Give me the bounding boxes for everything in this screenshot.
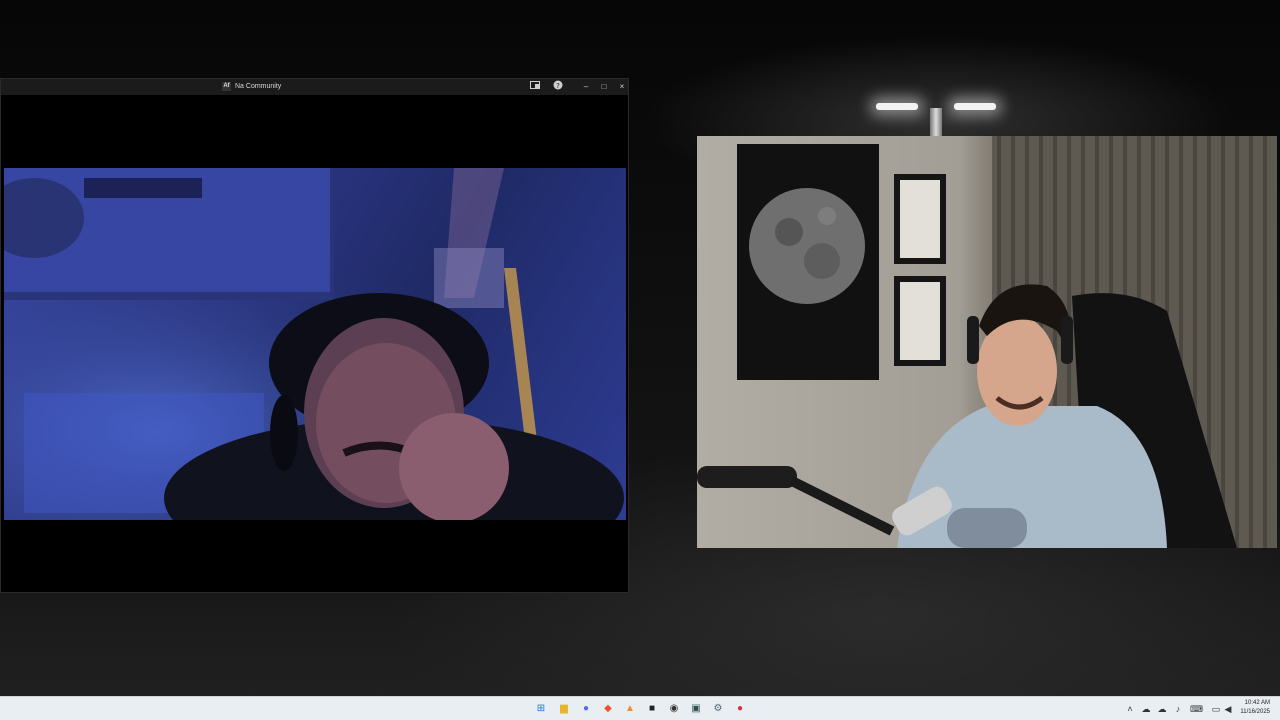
layout-icon[interactable]	[528, 80, 542, 94]
taskbar-clock[interactable]: 10:42 AM 11/16/2025	[1240, 699, 1270, 717]
cloud-icon[interactable]: ☁	[1140, 702, 1152, 716]
ceiling-light-right	[954, 103, 996, 110]
chevron-up-icon[interactable]: ˄	[1124, 702, 1136, 716]
ceiling-light-left	[876, 103, 918, 110]
recorder-icon[interactable]: ●	[732, 701, 748, 717]
participant-video[interactable]	[4, 168, 626, 520]
settings-icon[interactable]: ⚙	[710, 701, 726, 717]
taskbar: ⊞ ▆ ● ◆ ▲ ■ ◉ ▣ ⚙ ● ˄ ☁ ☁ ♪ ⌨ ▭ ◀ 10:42 AM 11/16/2025	[0, 696, 1280, 720]
clock-time: 10:42 AM	[1244, 700, 1270, 706]
window-titlebar[interactable]: Af Na Community ? – □ ×	[1, 79, 628, 95]
volume-icon[interactable]: ◀	[1222, 702, 1234, 716]
light-fixture	[930, 108, 942, 138]
file-explorer-icon[interactable]: ▆	[556, 701, 572, 717]
brave-icon[interactable]: ◆	[600, 701, 616, 717]
terminal-icon[interactable]: ▣	[688, 701, 704, 717]
obs-icon[interactable]: ◉	[666, 701, 682, 717]
close-button[interactable]: ×	[615, 80, 629, 94]
streamer-webcam	[697, 136, 1277, 548]
streamer-webcam-frame	[697, 136, 1277, 548]
maximize-button[interactable]: □	[597, 80, 611, 94]
help-icon[interactable]: ?	[551, 80, 565, 94]
media-app-icon[interactable]: ■	[644, 701, 660, 717]
app-icon: Af	[222, 82, 231, 91]
onedrive-icon[interactable]: ☁	[1156, 702, 1168, 716]
discord-icon[interactable]: ●	[578, 701, 594, 717]
triangle-app-icon[interactable]: ▲	[622, 701, 638, 717]
minimize-button[interactable]: –	[579, 80, 593, 94]
participant-video-frame	[4, 168, 626, 520]
network-icon[interactable]: ▭	[1210, 702, 1222, 716]
meeting-window[interactable]: Af Na Community ? – □ ×	[0, 78, 629, 593]
clock-date: 11/16/2025	[1240, 709, 1270, 715]
mic-icon[interactable]: ♪	[1172, 702, 1184, 716]
start-icon[interactable]: ⊞	[533, 701, 549, 717]
keyboard-icon[interactable]: ⌨	[1190, 702, 1203, 716]
window-title: Na Community	[235, 83, 282, 90]
svg-text:?: ?	[556, 82, 560, 90]
